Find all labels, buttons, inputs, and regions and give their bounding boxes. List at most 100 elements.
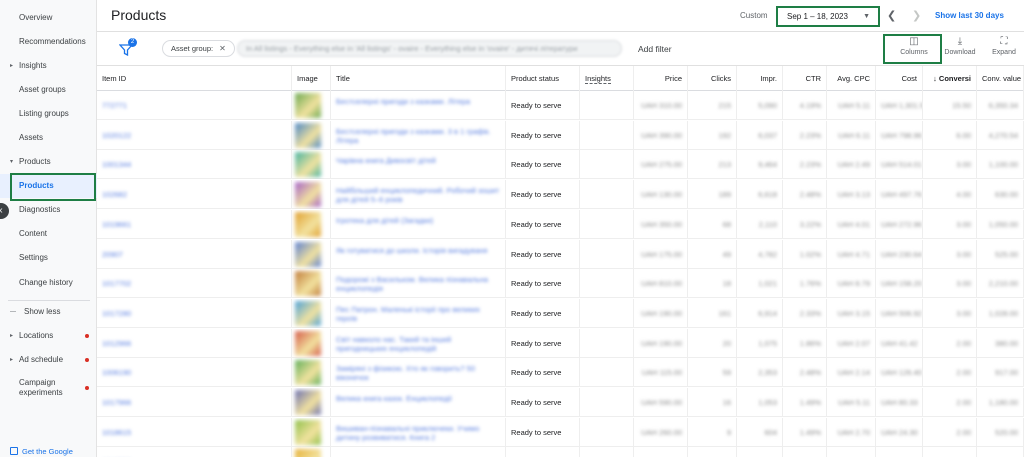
product-image-cell	[292, 358, 331, 388]
column-header-image[interactable]: Image	[292, 66, 331, 91]
cell-clicks: 192	[688, 120, 737, 150]
column-header-item-id[interactable]: Item ID	[97, 66, 292, 91]
cell-title[interactable]: Пес Патрон. Маленькі історії про великих…	[331, 298, 506, 328]
download-button[interactable]: ⤓ Download	[935, 36, 985, 64]
cell-impr: 1,021	[737, 269, 783, 299]
product-image-cell	[292, 120, 331, 150]
cpc-value: UAH 4.01	[837, 219, 870, 229]
cell-title[interactable]: Заміряні з фізикою. Хто як говорить? 50 …	[331, 358, 506, 388]
cell-cost: UAH 272.96	[876, 209, 923, 239]
cell-value	[977, 447, 1024, 457]
sidebar-item-show-less[interactable]: — Show less	[0, 300, 97, 324]
cell-id[interactable]: 1012966	[97, 328, 292, 358]
sidebar-item-locations[interactable]: ▸ Locations	[0, 324, 97, 348]
cell-id[interactable]: 1020122	[97, 120, 292, 150]
add-filter-button[interactable]: Add filter	[638, 44, 672, 54]
date-range-value: Sep 1 – 18, 2023	[787, 12, 848, 21]
cell-id[interactable]: 1017280	[97, 298, 292, 328]
expand-button[interactable]: ⛶ Expand	[979, 36, 1024, 64]
sidebar-item-ad-schedule[interactable]: ▸ Ad schedule	[0, 348, 97, 372]
remove-chip-icon[interactable]: ✕	[219, 44, 226, 53]
cell-title[interactable]	[331, 447, 506, 457]
sidebar-item-change-history[interactable]: Change history	[0, 271, 97, 295]
cell-id[interactable]: 1017966	[97, 388, 292, 417]
column-header-impr-[interactable]: Impr.	[737, 66, 783, 91]
sidebar-item-overview[interactable]: Overview	[0, 6, 97, 30]
column-header-conversi[interactable]: ↓ Conversi	[923, 66, 977, 91]
column-header-price[interactable]: Price	[634, 66, 688, 91]
cell-title[interactable]: Вишиван-пізнавальні приключеки. Учимо ди…	[331, 417, 506, 447]
cell-title[interactable]: Бестселерні пригоди з казками. Літера	[331, 91, 506, 120]
sidebar-item-recommendations[interactable]: Recommendations	[0, 30, 97, 54]
value-value: 520.00	[995, 427, 1018, 437]
cell-cpc: UAH 4.71	[827, 239, 876, 269]
cpc-value: UAH 8.79	[837, 279, 870, 289]
prev-period-icon[interactable]: ❮	[887, 9, 896, 22]
product-image-cell	[292, 417, 331, 447]
cell-title[interactable]: Ігротека для дітей (Загадки)	[331, 209, 506, 239]
sidebar-item-settings[interactable]: Settings	[0, 246, 97, 270]
sidebar-item-listing-groups[interactable]: Listing groups	[0, 102, 97, 126]
sidebar-item-diagnostics[interactable]: Diagnostics	[0, 198, 97, 222]
column-header-product-status[interactable]: Product status	[506, 66, 580, 91]
cell-cost: UAH 24.30	[876, 417, 923, 447]
cell-clicks: 215	[688, 91, 737, 120]
column-header-insights[interactable]: Insights	[580, 66, 634, 91]
column-header-title[interactable]: Title	[331, 66, 506, 91]
cell-clicks: 59	[688, 358, 737, 388]
show-last-30-days-link[interactable]: Show last 30 days	[935, 11, 1004, 20]
sidebar-item-insights[interactable]: ▸ Insights	[0, 54, 97, 78]
product-image-cell	[292, 180, 331, 210]
cell-id[interactable]: 1018700	[97, 447, 292, 457]
cell-impr: 2,110	[737, 209, 783, 239]
cell-value: 6,350.34	[977, 91, 1024, 120]
cell-title[interactable]: Велика книга казок. Енциклопедії	[331, 388, 506, 417]
cell-id[interactable]: 1006190	[97, 358, 292, 388]
sidebar-item-asset-groups[interactable]: Asset groups	[0, 78, 97, 102]
cell-title[interactable]: Чарівна книга Дивосвіт дітей	[331, 150, 506, 180]
clicks-value: 189	[718, 190, 731, 200]
price-value: UAH 175.00	[641, 249, 682, 259]
cell-title[interactable]: Світ навколо нас. Такий та інший пригодн…	[331, 328, 506, 358]
cell-id[interactable]: 1001344	[97, 150, 292, 180]
sidebar-item-campaign-experiments[interactable]: Campaign experiments	[0, 376, 97, 404]
cell-title[interactable]: Найбільший енциклопедичний. Робочий зоши…	[331, 180, 506, 210]
cell-status: Ready to serve	[506, 209, 580, 239]
cell-id[interactable]: 1018615	[97, 417, 292, 447]
column-header-avg-cpc[interactable]: Avg. CPC	[827, 66, 876, 91]
asset-group-chip[interactable]: Asset group: ✕	[162, 40, 235, 57]
date-range-select[interactable]: Sep 1 – 18, 2023 ▼	[776, 6, 880, 27]
sidebar-item-content[interactable]: Content	[0, 222, 97, 246]
title-value: Чарівна книга Дивосвіт дітей	[336, 156, 436, 166]
sidebar-item-products[interactable]: ▾ Products	[0, 150, 97, 174]
listing-group-chip[interactable]: In All listings - Everything else in 'Al…	[237, 40, 622, 57]
conv-value: 2.00	[956, 338, 971, 348]
impr-value: 9,464	[758, 160, 777, 170]
cell-clicks: 20	[688, 328, 737, 358]
column-header-cost[interactable]: Cost	[876, 66, 923, 91]
column-header-clicks[interactable]: Clicks	[688, 66, 737, 91]
get-google-link[interactable]: Get the Google	[10, 447, 73, 456]
column-header-label: Image	[297, 74, 318, 83]
ctr-value: 1.02%	[799, 249, 821, 259]
column-header-ctr[interactable]: CTR	[783, 66, 827, 91]
cell-id[interactable]: 1017702	[97, 269, 292, 299]
value-value: 917.00	[995, 368, 1018, 378]
conv-value: 4.00	[956, 190, 971, 200]
table-row: 1001344 Чарівна книга Дивосвіт дітей Ready…	[97, 150, 1024, 180]
next-period-icon[interactable]: ❯	[912, 9, 921, 22]
ctr-value: 1.76%	[799, 279, 821, 289]
cell-cost: UAH 506.92	[876, 298, 923, 328]
impr-value: 6,914	[758, 308, 777, 318]
column-header-conv-value[interactable]: Conv. value	[977, 66, 1024, 91]
cell-id[interactable]: 772771	[97, 91, 292, 120]
cell-id[interactable]: 102682	[97, 180, 292, 210]
product-thumbnail	[295, 241, 321, 267]
cell-title[interactable]: Як готуватися до школи. Історія вигадува…	[331, 239, 506, 269]
cell-title[interactable]: Бестселерні пригоди з казками. 3 в 1 гра…	[331, 120, 506, 150]
cell-id[interactable]: 20907	[97, 239, 292, 269]
cell-id[interactable]: 1019661	[97, 209, 292, 239]
cell-title[interactable]: Подорожі з Васильком. Велика пізнавальна…	[331, 269, 506, 299]
sidebar-item-assets[interactable]: Assets	[0, 126, 97, 150]
cell-conv: 15.50	[923, 91, 977, 120]
